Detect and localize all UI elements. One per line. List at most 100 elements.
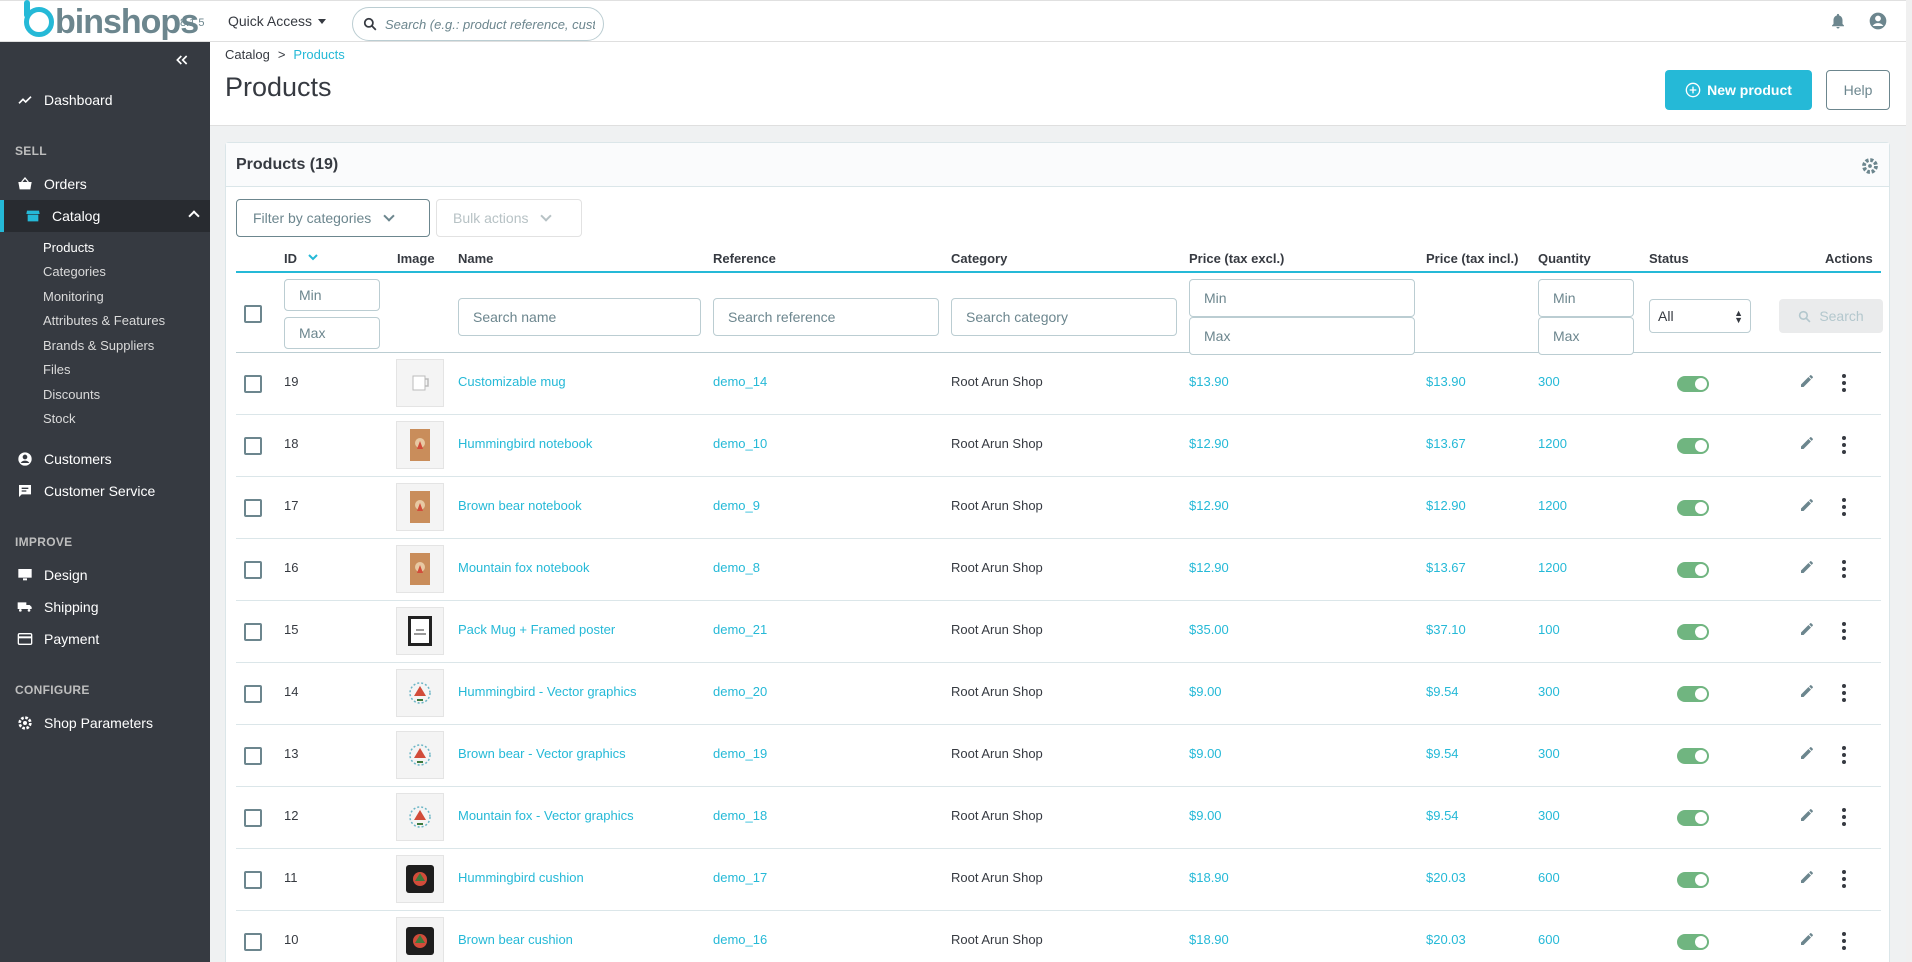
bulk-actions-button[interactable]: Bulk actions	[436, 199, 582, 237]
row-checkbox[interactable]	[244, 437, 262, 455]
sidebar-sub-files[interactable]: Files	[43, 362, 70, 377]
sidebar-sub-discounts[interactable]: Discounts	[43, 387, 100, 402]
new-product-button[interactable]: New product	[1665, 70, 1812, 110]
header-search[interactable]	[352, 7, 604, 41]
product-reference-link[interactable]: demo_18	[713, 808, 767, 823]
product-thumbnail[interactable]	[396, 855, 444, 903]
status-toggle[interactable]	[1677, 376, 1709, 392]
sidebar-item-customers[interactable]: Customers	[0, 443, 210, 475]
product-price-excl[interactable]: $18.90	[1189, 870, 1229, 885]
product-quantity[interactable]: 300	[1538, 374, 1560, 389]
more-actions-icon[interactable]	[1842, 808, 1846, 829]
edit-icon[interactable]	[1799, 559, 1815, 575]
status-toggle[interactable]	[1677, 624, 1709, 640]
product-thumbnail[interactable]	[396, 669, 444, 717]
product-quantity[interactable]: 600	[1538, 870, 1560, 885]
more-actions-icon[interactable]	[1842, 932, 1846, 953]
table-row[interactable]: 12 Mountain fox - Vector graphics demo_18 R…	[236, 787, 1881, 849]
more-actions-icon[interactable]	[1842, 560, 1846, 581]
product-name-link[interactable]: Mountain fox notebook	[458, 560, 590, 575]
product-price-excl[interactable]: $35.00	[1189, 622, 1229, 637]
sidebar-sub-monitoring[interactable]: Monitoring	[43, 289, 104, 304]
table-row[interactable]: 16 Mountain fox notebook demo_8 Root Arun S…	[236, 539, 1881, 601]
row-checkbox[interactable]	[244, 499, 262, 517]
col-quantity[interactable]: Quantity	[1538, 251, 1591, 266]
more-actions-icon[interactable]	[1842, 374, 1846, 395]
product-thumbnail[interactable]	[396, 421, 444, 469]
product-price-incl[interactable]: $12.90	[1426, 498, 1466, 513]
col-price-incl[interactable]: Price (tax incl.)	[1426, 251, 1518, 266]
more-actions-icon[interactable]	[1842, 870, 1846, 891]
edit-icon[interactable]	[1799, 745, 1815, 761]
status-toggle[interactable]	[1677, 934, 1709, 950]
product-price-excl[interactable]: $12.90	[1189, 498, 1229, 513]
edit-icon[interactable]	[1799, 869, 1815, 885]
product-price-excl[interactable]: $9.00	[1189, 746, 1222, 761]
product-quantity[interactable]: 1200	[1538, 498, 1567, 513]
col-price-excl[interactable]: Price (tax excl.)	[1189, 251, 1284, 266]
edit-icon[interactable]	[1799, 683, 1815, 699]
product-name-link[interactable]: Mountain fox - Vector graphics	[458, 808, 634, 823]
col-name[interactable]: Name	[458, 251, 493, 266]
product-name-link[interactable]: Hummingbird cushion	[458, 870, 584, 885]
edit-icon[interactable]	[1799, 621, 1815, 637]
product-quantity[interactable]: 100	[1538, 622, 1560, 637]
product-quantity[interactable]: 300	[1538, 808, 1560, 823]
brand-logo[interactable]: binshops	[24, 0, 199, 42]
product-price-incl[interactable]: $9.54	[1426, 808, 1459, 823]
row-checkbox[interactable]	[244, 623, 262, 641]
price-min-input[interactable]	[1189, 279, 1415, 317]
col-status[interactable]: Status	[1649, 251, 1689, 266]
search-category-input[interactable]	[951, 298, 1177, 336]
product-thumbnail[interactable]	[396, 793, 444, 841]
row-checkbox[interactable]	[244, 933, 262, 951]
price-max-input[interactable]	[1189, 317, 1415, 355]
product-quantity[interactable]: 600	[1538, 932, 1560, 947]
table-row[interactable]: 14 Hummingbird - Vector graphics demo_20 Ro…	[236, 663, 1881, 725]
collapse-sidebar-icon[interactable]	[174, 52, 190, 68]
sort-desc-icon[interactable]	[307, 253, 319, 263]
product-price-incl[interactable]: $20.03	[1426, 870, 1466, 885]
table-row[interactable]: 18 Hummingbird notebook demo_10 Root Arun S…	[236, 415, 1881, 477]
status-toggle[interactable]	[1677, 686, 1709, 702]
sidebar-sub-brands[interactable]: Brands & Suppliers	[43, 338, 154, 353]
more-actions-icon[interactable]	[1842, 622, 1846, 643]
edit-icon[interactable]	[1799, 807, 1815, 823]
product-price-incl[interactable]: $20.03	[1426, 932, 1466, 947]
id-min-input[interactable]	[284, 279, 380, 311]
product-price-excl[interactable]: $12.90	[1189, 436, 1229, 451]
product-quantity[interactable]: 1200	[1538, 560, 1567, 575]
product-price-excl[interactable]: $9.00	[1189, 684, 1222, 699]
product-price-excl[interactable]: $18.90	[1189, 932, 1229, 947]
product-name-link[interactable]: Hummingbird notebook	[458, 436, 592, 451]
product-reference-link[interactable]: demo_17	[713, 870, 767, 885]
search-button[interactable]: Search	[1779, 299, 1883, 333]
product-reference-link[interactable]: demo_8	[713, 560, 760, 575]
more-actions-icon[interactable]	[1842, 746, 1846, 767]
header-search-input[interactable]	[385, 16, 595, 32]
product-price-excl[interactable]: $12.90	[1189, 560, 1229, 575]
status-toggle[interactable]	[1677, 748, 1709, 764]
product-reference-link[interactable]: demo_21	[713, 622, 767, 637]
product-name-link[interactable]: Pack Mug + Framed poster	[458, 622, 615, 637]
table-row[interactable]: 10 Brown bear cushion demo_16 Root Arun Sho…	[236, 911, 1881, 962]
edit-icon[interactable]	[1799, 373, 1815, 389]
breadcrumb-products[interactable]: Products	[293, 47, 344, 62]
status-toggle[interactable]	[1677, 810, 1709, 826]
product-reference-link[interactable]: demo_16	[713, 932, 767, 947]
table-row[interactable]: 11 Hummingbird cushion demo_17 Root Arun Sh…	[236, 849, 1881, 911]
product-thumbnail[interactable]	[396, 917, 444, 962]
qty-max-input[interactable]	[1538, 317, 1634, 355]
col-reference[interactable]: Reference	[713, 251, 776, 266]
product-thumbnail[interactable]	[396, 545, 444, 593]
product-thumbnail[interactable]	[396, 607, 444, 655]
product-thumbnail[interactable]	[396, 483, 444, 531]
row-checkbox[interactable]	[244, 747, 262, 765]
product-price-incl[interactable]: $9.54	[1426, 684, 1459, 699]
search-name-input[interactable]	[458, 298, 701, 336]
sidebar-item-payment[interactable]: Payment	[0, 623, 210, 655]
sidebar-item-orders[interactable]: Orders	[0, 168, 210, 200]
breadcrumb-catalog[interactable]: Catalog	[225, 47, 270, 62]
row-checkbox[interactable]	[244, 809, 262, 827]
product-name-link[interactable]: Brown bear cushion	[458, 932, 573, 947]
